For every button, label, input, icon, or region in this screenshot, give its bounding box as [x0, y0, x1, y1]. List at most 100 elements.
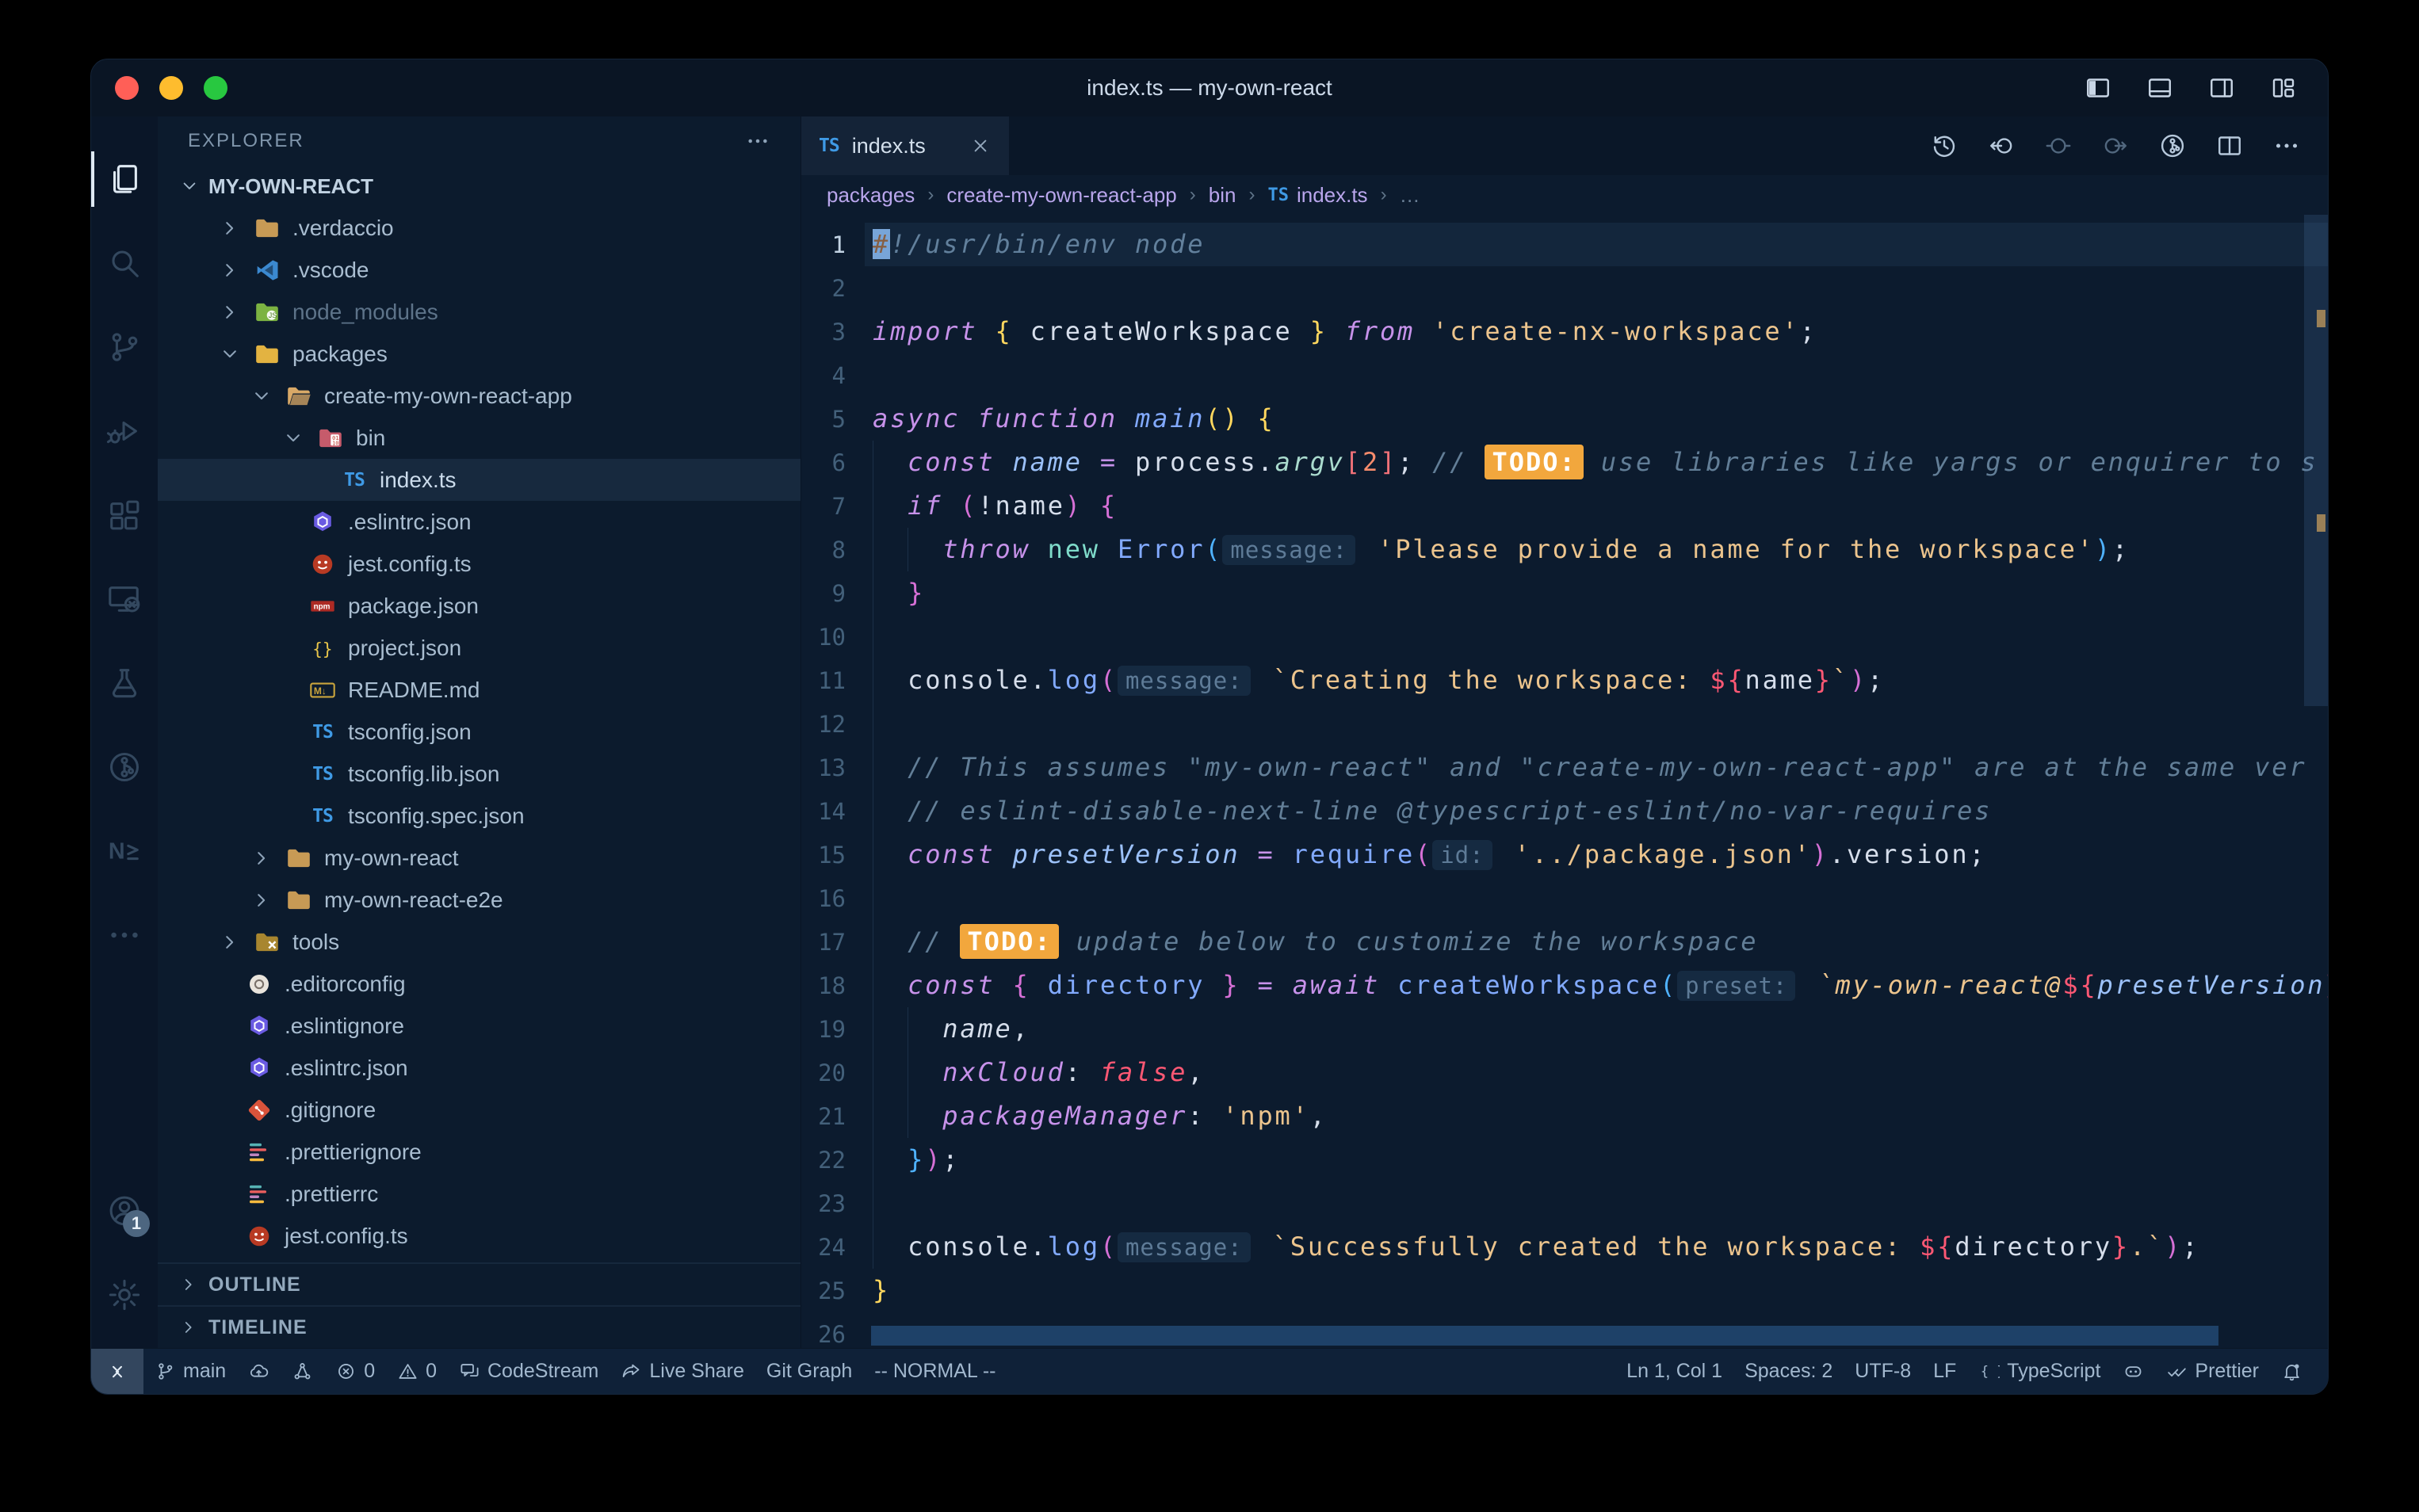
- status-focus-view[interactable]: [281, 1349, 324, 1394]
- tree-item-.prettierignore[interactable]: .prettierignore: [158, 1131, 801, 1173]
- status-prettier[interactable]: Prettier: [2155, 1349, 2270, 1394]
- activity-remote-explorer[interactable]: [91, 557, 158, 641]
- activity-settings[interactable]: [91, 1253, 158, 1337]
- tree-item-bin[interactable]: 0110bin: [158, 417, 801, 459]
- status-publish[interactable]: [237, 1349, 281, 1394]
- code-line-14[interactable]: 14 // eslint-disable-next-line @typescri…: [801, 789, 2328, 833]
- activity-source-control[interactable]: [91, 305, 158, 389]
- code-line-22[interactable]: 22 });: [801, 1138, 2328, 1182]
- breadcrumb-item[interactable]: …: [1400, 183, 1420, 208]
- close-tab-icon[interactable]: [969, 135, 992, 157]
- activity-nx-console[interactable]: N: [91, 809, 158, 893]
- tree-item-.gitignore[interactable]: .gitignore: [158, 1089, 801, 1131]
- code-line-25[interactable]: 25}: [801, 1269, 2328, 1312]
- status-cursor-position[interactable]: Ln 1, Col 1: [1615, 1349, 1733, 1394]
- horizontal-scrollbar[interactable]: [871, 1326, 2218, 1346]
- workspace-root-item[interactable]: MY-OWN-REACT: [158, 166, 801, 207]
- status-indentation[interactable]: Spaces: 2: [1733, 1349, 1844, 1394]
- timeline-history-button[interactable]: [1930, 132, 1959, 160]
- code-line-6[interactable]: 6 const name = process.argv[2]; // TODO:…: [801, 441, 2328, 484]
- code-line-21[interactable]: 21 packageManager: 'npm',: [801, 1094, 2328, 1138]
- code-line-4[interactable]: 4: [801, 353, 2328, 397]
- section-outline[interactable]: OUTLINE: [158, 1262, 801, 1305]
- activity-extensions[interactable]: [91, 473, 158, 557]
- code-line-5[interactable]: 5async function main() {: [801, 397, 2328, 441]
- code-line-7[interactable]: 7 if (!name) {: [801, 484, 2328, 528]
- status-language-mode[interactable]: { }TypeScript: [1967, 1349, 2111, 1394]
- next-change-button[interactable]: [2101, 132, 2130, 160]
- change-disabled-button[interactable]: [2044, 132, 2073, 160]
- tree-item-.eslintrc.json[interactable]: .eslintrc.json: [158, 501, 801, 543]
- tree-item-create-my-own-react-app[interactable]: create-my-own-react-app: [158, 375, 801, 417]
- tree-item-jest.config.ts[interactable]: jest.config.ts: [158, 543, 801, 585]
- previous-change-button[interactable]: [1987, 132, 2016, 160]
- code-editor[interactable]: 1#!/usr/bin/env node23import { createWor…: [801, 215, 2328, 1348]
- tree-item-tsconfig.spec.json[interactable]: TStsconfig.spec.json: [158, 795, 801, 837]
- tree-item-.editorconfig[interactable]: .editorconfig: [158, 963, 801, 1005]
- status-errors[interactable]: 0: [324, 1349, 386, 1394]
- activity-testing[interactable]: [91, 641, 158, 725]
- breadcrumb-item[interactable]: TSindex.ts: [1267, 183, 1367, 208]
- vertical-scrollbar[interactable]: [2304, 215, 2328, 1348]
- tree-item-my-own-react[interactable]: my-own-react: [158, 837, 801, 879]
- activity-gitlens[interactable]: [91, 725, 158, 809]
- code-line-9[interactable]: 9 }: [801, 571, 2328, 615]
- code-line-24[interactable]: 24 console.log(message: `Successfully cr…: [801, 1225, 2328, 1269]
- tree-item-project.json[interactable]: {}project.json: [158, 627, 801, 669]
- breadcrumb-item[interactable]: create-my-own-react-app: [946, 183, 1176, 208]
- code-line-8[interactable]: 8 throw new Error(message: 'Please provi…: [801, 528, 2328, 571]
- tree-item-.verdaccio[interactable]: .verdaccio: [158, 207, 801, 249]
- section-timeline[interactable]: TIMELINE: [158, 1305, 801, 1348]
- tree-item-tsconfig.json[interactable]: TStsconfig.json: [158, 711, 801, 753]
- tree-item-.prettierrc[interactable]: .prettierrc: [158, 1173, 801, 1215]
- status-eol[interactable]: LF: [1922, 1349, 1967, 1394]
- code-line-16[interactable]: 16: [801, 876, 2328, 920]
- scrollbar-slider[interactable]: [2304, 215, 2328, 706]
- tree-item-.eslintrc.json[interactable]: .eslintrc.json: [158, 1047, 801, 1089]
- layout-bottom-icon[interactable]: [2146, 74, 2174, 102]
- more-actions-button[interactable]: [2272, 132, 2301, 160]
- breadcrumb-item[interactable]: bin: [1209, 183, 1236, 208]
- tree-item-package.json[interactable]: npmpackage.json: [158, 585, 801, 627]
- code-line-1[interactable]: 1#!/usr/bin/env node: [801, 223, 2328, 266]
- tree-item-.eslintignore[interactable]: .eslintignore: [158, 1005, 801, 1047]
- code-line-19[interactable]: 19 name,: [801, 1007, 2328, 1051]
- code-line-2[interactable]: 2: [801, 266, 2328, 310]
- status-live-share[interactable]: Live Share: [610, 1349, 755, 1394]
- layout-right-icon[interactable]: [2207, 74, 2236, 102]
- code-line-3[interactable]: 3import { createWorkspace } from 'create…: [801, 310, 2328, 353]
- tree-item-tsconfig.lib.json[interactable]: TStsconfig.lib.json: [158, 753, 801, 795]
- activity-search[interactable]: [91, 221, 158, 305]
- tree-item-index.ts[interactable]: TSindex.ts: [158, 459, 801, 501]
- tree-item-README.md[interactable]: M↓README.md: [158, 669, 801, 711]
- activity-more-views[interactable]: [91, 893, 158, 977]
- code-line-18[interactable]: 18 const { directory } = await createWor…: [801, 964, 2328, 1007]
- layout-grid-icon[interactable]: [2269, 74, 2298, 102]
- tab-index-ts[interactable]: TS index.ts: [801, 116, 1009, 175]
- status-branch[interactable]: main: [143, 1349, 237, 1394]
- code-line-10[interactable]: 10: [801, 615, 2328, 659]
- remote-indicator[interactable]: [91, 1349, 143, 1394]
- activity-run-debug[interactable]: [91, 389, 158, 473]
- status-copilot[interactable]: [2111, 1349, 2155, 1394]
- code-line-20[interactable]: 20 nxCloud: false,: [801, 1051, 2328, 1094]
- code-line-11[interactable]: 11 console.log(message: `Creating the wo…: [801, 659, 2328, 702]
- code-line-12[interactable]: 12: [801, 702, 2328, 746]
- code-line-15[interactable]: 15 const presetVersion = require(id: '..…: [801, 833, 2328, 876]
- status-notifications[interactable]: [2270, 1349, 2314, 1394]
- status-vim-mode[interactable]: -- NORMAL --: [863, 1349, 1007, 1394]
- activity-accounts[interactable]: 1: [91, 1169, 158, 1253]
- tree-item-my-own-react-e2e[interactable]: my-own-react-e2e: [158, 879, 801, 921]
- file-history-button[interactable]: [2158, 132, 2187, 160]
- breadcrumb-item[interactable]: packages: [827, 183, 915, 208]
- status-git-graph[interactable]: Git Graph: [755, 1349, 863, 1394]
- tree-item-.vscode[interactable]: .vscode: [158, 249, 801, 291]
- layout-left-icon[interactable]: [2084, 74, 2112, 102]
- code-line-17[interactable]: 17 // TODO: update below to customize th…: [801, 920, 2328, 964]
- tree-item-tools[interactable]: tools: [158, 921, 801, 963]
- status-warnings[interactable]: 0: [386, 1349, 448, 1394]
- tree-item-jest.config.ts[interactable]: jest.config.ts: [158, 1215, 801, 1257]
- code-line-23[interactable]: 23: [801, 1182, 2328, 1225]
- activity-explorer[interactable]: [91, 137, 158, 221]
- status-codestream[interactable]: CodeStream: [448, 1349, 610, 1394]
